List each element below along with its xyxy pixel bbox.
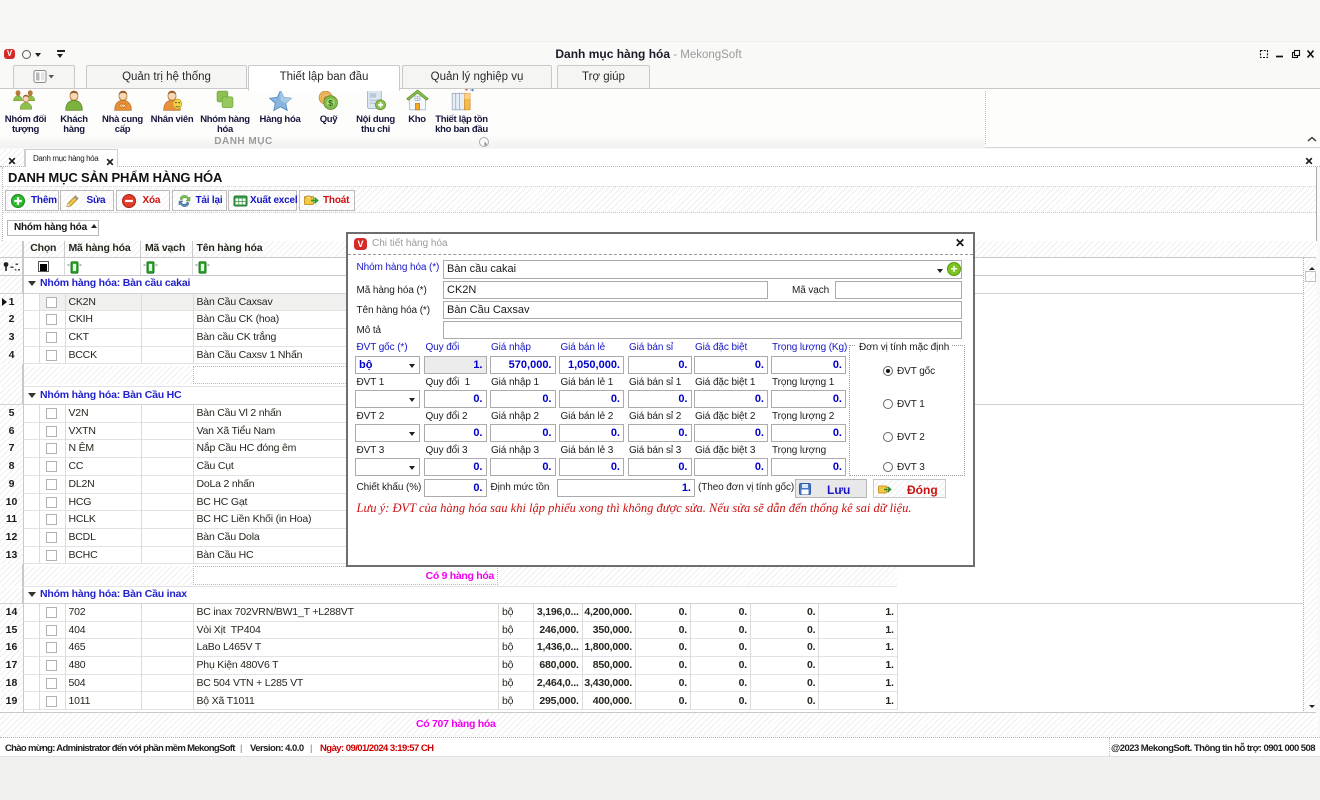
svg-text:OK: OK	[120, 103, 126, 108]
